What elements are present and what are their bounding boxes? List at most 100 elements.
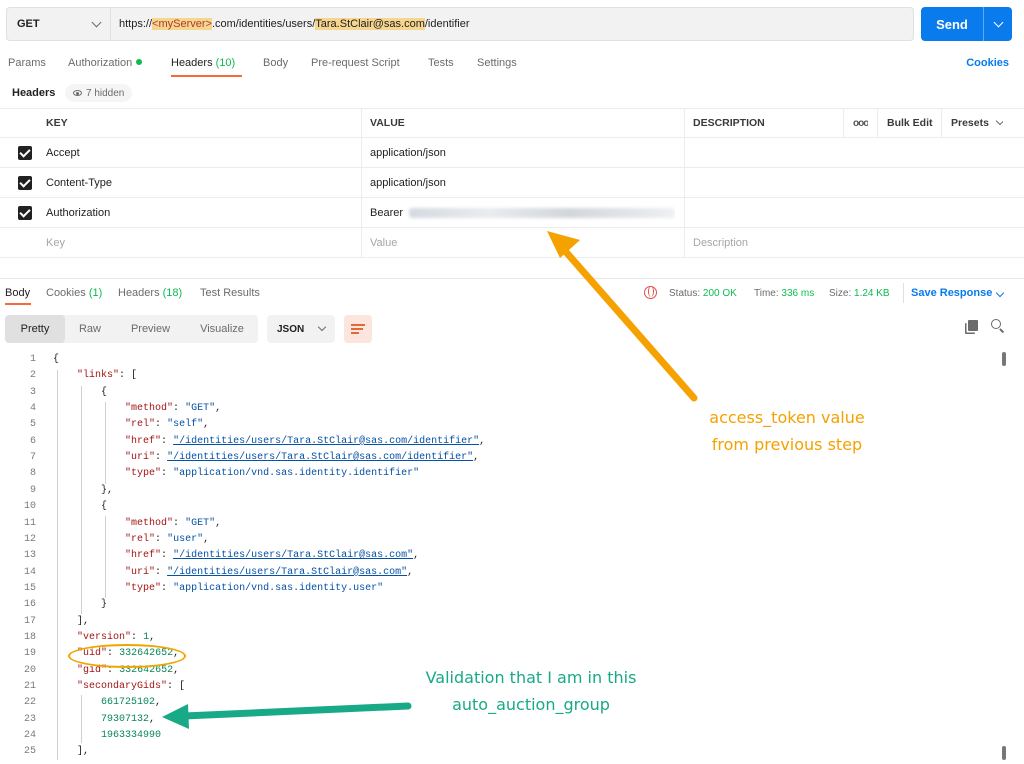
copy-icon[interactable] <box>968 320 978 331</box>
header-key[interactable]: Authorization <box>38 198 110 228</box>
url-part-scheme: https:// <box>119 18 153 30</box>
line-number: 19 <box>23 648 36 660</box>
active-dot-icon <box>136 59 143 65</box>
time-label: Time: <box>754 288 779 299</box>
save-response-label: Save Response <box>911 287 993 299</box>
header-value[interactable]: application/json <box>362 138 446 168</box>
save-response-dropdown[interactable]: Save Response <box>911 287 1005 299</box>
line-number: 15 <box>23 582 36 594</box>
header-value[interactable]: application/json <box>362 168 446 198</box>
code-line: "rel": "user", <box>125 533 210 545</box>
send-label: Send <box>936 16 968 32</box>
search-icon[interactable] <box>991 319 1001 329</box>
scrollbar-thumb-bottom[interactable] <box>1002 746 1006 760</box>
url-input[interactable]: https://<myServer>.com/identities/users/… <box>111 18 470 30</box>
code-line: ], <box>53 615 90 627</box>
wrap-lines-button[interactable] <box>344 315 372 343</box>
tab-authorization[interactable]: Authorization <box>68 57 143 69</box>
url-part-suffix: /identifier <box>424 18 470 30</box>
column-key: KEY <box>46 117 68 129</box>
line-number: 10 <box>23 501 36 513</box>
code-line: 661725102, <box>101 697 162 709</box>
redacted-token <box>409 208 676 218</box>
header-row: Accept application/json <box>0 138 1024 168</box>
tab-response-headers[interactable]: Headers (18) <box>118 287 182 299</box>
tab-response-headers-label: Headers <box>118 287 160 299</box>
chevron-down-icon <box>91 17 102 27</box>
line-number: 14 <box>23 566 36 578</box>
line-number: 20 <box>23 664 36 676</box>
active-response-tab-underline <box>5 303 31 305</box>
scrollbar-thumb-top[interactable] <box>1002 352 1006 366</box>
cookies-link[interactable]: Cookies <box>966 57 1009 69</box>
tab-tests[interactable]: Tests <box>428 57 454 69</box>
view-raw-button[interactable]: Raw <box>65 315 115 343</box>
tab-response-body[interactable]: Body <box>5 287 30 299</box>
header-row-checkbox[interactable] <box>10 168 32 198</box>
line-number: 8 <box>29 468 36 480</box>
line-number: 22 <box>23 697 36 709</box>
status-label: Status: <box>669 288 701 299</box>
headers-table-header: KEY VALUE DESCRIPTION ooo Bulk Edit Pres… <box>0 108 1024 138</box>
line-number: 12 <box>23 533 36 545</box>
header-key[interactable]: Accept <box>38 138 80 168</box>
line-number: 24 <box>23 730 36 742</box>
header-value[interactable]: Bearer <box>362 198 676 228</box>
send-button[interactable]: Send <box>921 7 1012 41</box>
view-preview-button[interactable]: Preview <box>119 315 182 343</box>
code-line: "version": 1, <box>77 631 156 643</box>
chevron-down-icon <box>996 288 1005 298</box>
tab-response-cookies[interactable]: Cookies (1) <box>46 287 102 299</box>
tab-test-results[interactable]: Test Results <box>200 287 260 299</box>
line-number: 9 <box>29 484 36 496</box>
new-description-input[interactable]: Description <box>685 228 748 258</box>
size-value: 1.24 KB <box>854 288 890 299</box>
code-line: "secondaryGids": [ <box>77 681 186 692</box>
method-select[interactable]: GET <box>7 8 111 40</box>
code-line: }, <box>53 484 114 496</box>
bearer-prefix: Bearer <box>370 207 404 219</box>
line-number: 21 <box>23 681 36 692</box>
globe-icon[interactable] <box>644 286 657 299</box>
view-visualize-button[interactable]: Visualize <box>188 315 256 343</box>
header-key[interactable]: Content-Type <box>38 168 112 198</box>
presets-dropdown[interactable]: Presets <box>943 108 1003 138</box>
tab-headers[interactable]: Headers (10) <box>171 57 235 69</box>
headers-section-title: Headers <box>12 87 56 99</box>
line-number: 7 <box>29 452 36 464</box>
more-options-button[interactable]: ooo <box>845 108 868 138</box>
view-pretty-button[interactable]: Pretty <box>5 315 65 343</box>
line-number: 18 <box>23 631 36 643</box>
bulk-edit-button[interactable]: Bulk Edit <box>879 108 933 138</box>
hidden-headers-toggle[interactable]: 7 hidden <box>65 84 133 102</box>
code-line: "method": "GET", <box>125 403 222 415</box>
line-number: 5 <box>29 419 36 431</box>
checkbox-checked-icon <box>18 176 32 190</box>
format-select[interactable]: JSON <box>267 315 335 343</box>
checkbox-checked-icon <box>18 146 32 160</box>
line-number: 25 <box>23 746 36 758</box>
code-line: "rel": "self", <box>125 419 210 431</box>
new-value-input[interactable]: Value <box>362 228 397 258</box>
tab-prerequest-script[interactable]: Pre-request Script <box>311 57 400 69</box>
line-number: 11 <box>23 517 36 529</box>
line-number: 17 <box>23 615 36 627</box>
tab-settings[interactable]: Settings <box>477 57 517 69</box>
header-row-checkbox[interactable] <box>10 138 32 168</box>
line-number: 4 <box>29 403 36 415</box>
code-line: { <box>53 386 108 398</box>
hidden-headers-label: 7 hidden <box>86 87 125 99</box>
header-row-checkbox[interactable] <box>10 198 32 228</box>
column-value: VALUE <box>370 117 405 129</box>
method-label: GET <box>17 18 40 30</box>
token-annotation-line: from previous step <box>711 435 863 454</box>
new-key-input[interactable]: Key <box>38 228 65 258</box>
tab-body[interactable]: Body <box>263 57 288 69</box>
tab-authorization-label: Authorization <box>68 57 133 69</box>
tab-params[interactable]: Params <box>8 57 46 69</box>
send-options-button[interactable] <box>984 17 1012 27</box>
code-line: "method": "GET", <box>125 517 222 529</box>
request-tabs: Params Authorization Headers (10) Body P… <box>0 52 1024 78</box>
time-value: 336 ms <box>781 288 815 299</box>
column-description: DESCRIPTION <box>693 117 765 129</box>
